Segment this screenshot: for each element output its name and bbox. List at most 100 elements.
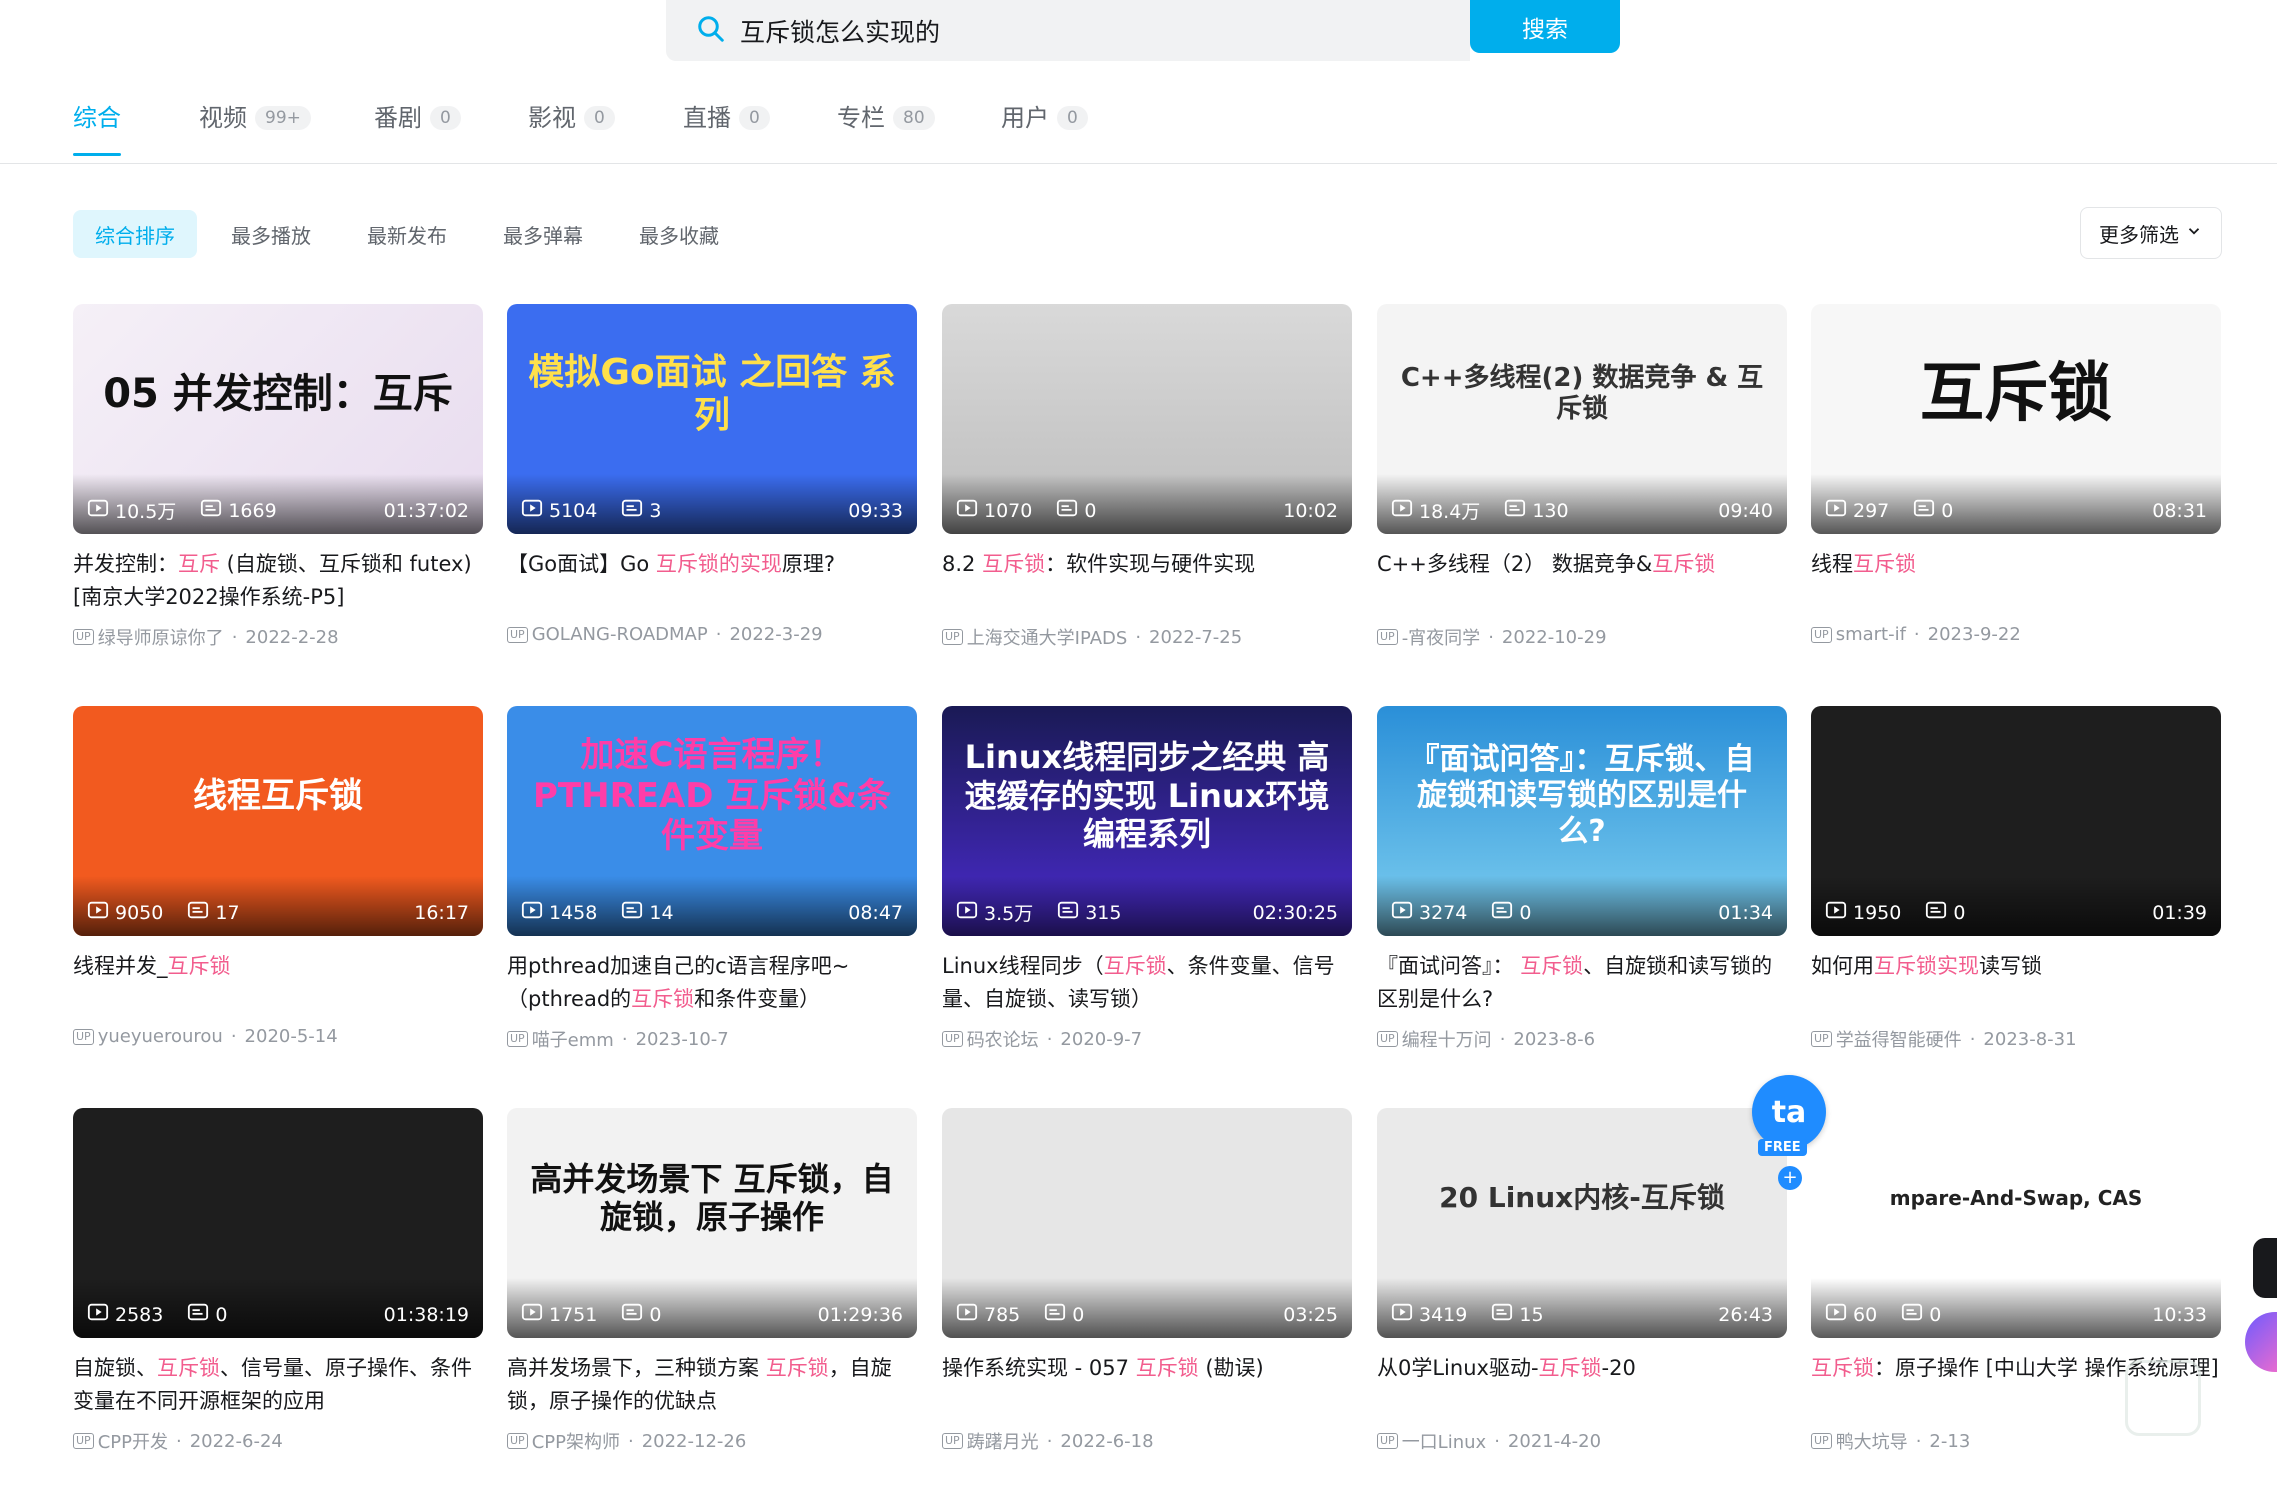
video-date: 2022-7-25 bbox=[1149, 626, 1243, 648]
filter-most-played[interactable]: 最多播放 bbox=[209, 210, 333, 258]
video-duration: 10:02 bbox=[1283, 499, 1338, 522]
video-card[interactable]: 互斥锁 297 0 08:31 线程互斥锁 UP smart-if · 2023… bbox=[1811, 304, 2221, 645]
video-card[interactable]: 『面试问答』：互斥锁、自旋锁和读写锁的区别是什么? 3274 0 01:34 『… bbox=[1377, 706, 1787, 1052]
video-author[interactable]: 学益得智能硬件 bbox=[1836, 1026, 1962, 1052]
video-title[interactable]: 线程并发_互斥锁 bbox=[73, 950, 483, 1016]
assistant-float-icon[interactable] bbox=[2245, 1312, 2277, 1372]
tab-film[interactable]: 影视 0 bbox=[528, 98, 615, 164]
video-thumbnail[interactable]: 20 Linux内核-互斥锁 3419 15 26:43 bbox=[1377, 1108, 1787, 1338]
filter-most-favorites[interactable]: 最多收藏 bbox=[617, 210, 741, 258]
video-title[interactable]: 并发控制：互斥 (自旋锁、互斥锁和 futex) [南京大学2022操作系统-P… bbox=[73, 548, 483, 614]
up-badge: UP bbox=[942, 1031, 963, 1047]
video-thumbnail[interactable]: 1950 0 01:39 bbox=[1811, 706, 2221, 936]
video-card[interactable]: 1950 0 01:39 如何用互斥锁实现读写锁 UP 学益得智能硬件 · 20… bbox=[1811, 706, 2221, 1052]
play-count: 1950 bbox=[1825, 899, 1901, 926]
video-thumbnail[interactable]: 2583 0 01:38:19 bbox=[73, 1108, 483, 1338]
video-author[interactable]: 上海交通大学IPADS bbox=[967, 624, 1128, 650]
video-card[interactable]: Linux线程同步之经典 高速缓存的实现 Linux环境编程系列 3.5万 31… bbox=[942, 706, 1352, 1052]
video-title[interactable]: 如何用互斥锁实现读写锁 bbox=[1811, 950, 2221, 1016]
play-icon bbox=[521, 1301, 549, 1328]
video-author[interactable]: GOLANG-ROADMAP bbox=[532, 624, 708, 645]
danmaku-count: 0 bbox=[621, 1301, 661, 1328]
video-title[interactable]: 操作系统实现 - 057 互斥锁 (勘误) bbox=[942, 1352, 1352, 1418]
video-thumbnail[interactable]: 模拟Go面试 之回答 系列 5104 3 09:33 bbox=[507, 304, 917, 534]
video-card[interactable]: 20 Linux内核-互斥锁 3419 15 26:43 从0学Linux驱动-… bbox=[1377, 1108, 1787, 1454]
video-author[interactable]: yueyuerourou bbox=[98, 1026, 223, 1047]
search-type-tabs: 综合 视频 99+ 番剧 0 影视 0 直播 0 专栏 80 用户 0 bbox=[0, 98, 2277, 164]
video-title[interactable]: 【Go面试】Go 互斥锁的实现原理? bbox=[507, 548, 917, 614]
video-card[interactable]: 高并发场景下 互斥锁，自旋锁，原子操作 1751 0 01:29:36 高并发场… bbox=[507, 1108, 917, 1454]
video-author[interactable]: CPP架构师 bbox=[532, 1428, 620, 1454]
danmaku-icon bbox=[1044, 1301, 1072, 1328]
danmaku-count: 0 bbox=[187, 1301, 227, 1328]
video-thumbnail[interactable]: Linux线程同步之经典 高速缓存的实现 Linux环境编程系列 3.5万 31… bbox=[942, 706, 1352, 936]
search-box[interactable] bbox=[666, 0, 1470, 61]
video-title[interactable]: Linux线程同步（互斥锁、条件变量、信号量、自旋锁、读写锁） bbox=[942, 950, 1352, 1016]
video-thumbnail[interactable]: 加速C语言程序！ PTHREAD 互斥锁&条件变量 1458 14 08:47 bbox=[507, 706, 917, 936]
more-filter-button[interactable]: 更多筛选 bbox=[2080, 207, 2222, 259]
video-title[interactable]: 用pthread加速自己的c语言程序吧~（pthread的互斥锁和条件变量） bbox=[507, 950, 917, 1016]
tab-bangumi[interactable]: 番剧 0 bbox=[374, 98, 461, 164]
filter-most-danmaku[interactable]: 最多弹幕 bbox=[481, 210, 605, 258]
filter-default[interactable]: 综合排序 bbox=[73, 210, 197, 258]
video-thumbnail[interactable]: 互斥锁 297 0 08:31 bbox=[1811, 304, 2221, 534]
video-title[interactable]: 高并发场景下，三种锁方案 互斥锁，自旋锁，原子操作的优缺点 bbox=[507, 1352, 917, 1418]
video-author[interactable]: 踌躇月光 bbox=[967, 1428, 1039, 1454]
tab-all[interactable]: 综合 bbox=[73, 98, 121, 164]
video-card[interactable]: C++多线程(2) 数据竞争 & 互斥锁 18.4万 130 09:40 C++… bbox=[1377, 304, 1787, 650]
video-card[interactable]: 模拟Go面试 之回答 系列 5104 3 09:33 【Go面试】Go 互斥锁的… bbox=[507, 304, 917, 645]
video-title[interactable]: 8.2 互斥锁：软件实现与硬件实现 bbox=[942, 548, 1352, 614]
video-card[interactable]: 05 并发控制：互斥 10.5万 1669 01:37:02 并发控制：互斥 (… bbox=[73, 304, 483, 650]
video-thumbnail[interactable]: C++多线程(2) 数据竞争 & 互斥锁 18.4万 130 09:40 bbox=[1377, 304, 1787, 534]
tab-video[interactable]: 视频 99+ bbox=[199, 98, 311, 164]
danmaku-icon bbox=[1491, 899, 1519, 926]
video-author[interactable]: 码农论坛 bbox=[967, 1026, 1039, 1052]
video-card[interactable]: 加速C语言程序！ PTHREAD 互斥锁&条件变量 1458 14 08:47 … bbox=[507, 706, 917, 1052]
tab-article[interactable]: 专栏 80 bbox=[837, 98, 935, 164]
translate-extension-icon[interactable]: ta bbox=[1752, 1075, 1826, 1149]
danmaku-icon bbox=[621, 1301, 649, 1328]
plus-icon[interactable]: + bbox=[1778, 1166, 1802, 1190]
video-card[interactable]: 1070 0 10:02 8.2 互斥锁：软件实现与硬件实现 UP 上海交通大学… bbox=[942, 304, 1352, 650]
danmaku-count-value: 0 bbox=[1072, 1303, 1085, 1326]
danmaku-icon bbox=[1901, 1301, 1929, 1328]
video-title[interactable]: 『面试问答』： 互斥锁、自旋锁和读写锁的区别是什么? bbox=[1377, 950, 1787, 1016]
video-title[interactable]: 从0学Linux驱动-互斥锁-20 bbox=[1377, 1352, 1787, 1418]
video-meta: UP yueyuerourou · 2020-5-14 bbox=[73, 1026, 483, 1047]
play-count-value: 1458 bbox=[549, 901, 598, 924]
video-thumbnail[interactable]: mpare-And-Swap, CAS 60 0 10:33 bbox=[1811, 1108, 2221, 1338]
video-author[interactable]: 喵子emm bbox=[532, 1026, 614, 1052]
video-title[interactable]: 线程互斥锁 bbox=[1811, 548, 2221, 614]
video-card[interactable]: 2583 0 01:38:19 自旋锁、互斥锁、信号量、原子操作、条件变量在不同… bbox=[73, 1108, 483, 1454]
tab-label: 专栏 bbox=[837, 104, 885, 132]
search-button[interactable]: 搜索 bbox=[1470, 0, 1620, 53]
video-thumbnail[interactable]: 1070 0 10:02 bbox=[942, 304, 1352, 534]
video-card[interactable]: 785 0 03:25 操作系统实现 - 057 互斥锁 (勘误) UP 踌躇月… bbox=[942, 1108, 1352, 1454]
video-thumbnail[interactable]: 高并发场景下 互斥锁，自旋锁，原子操作 1751 0 01:29:36 bbox=[507, 1108, 917, 1338]
video-author[interactable]: 绿导师原谅你了 bbox=[98, 624, 224, 650]
video-duration: 16:17 bbox=[414, 901, 469, 924]
video-author[interactable]: smart-if bbox=[1836, 624, 1906, 645]
video-thumbnail[interactable]: 05 并发控制：互斥 10.5万 1669 01:37:02 bbox=[73, 304, 483, 534]
danmaku-count-value: 0 bbox=[1929, 1303, 1942, 1326]
side-panel-tab[interactable] bbox=[2253, 1238, 2277, 1298]
play-count: 9050 bbox=[87, 899, 163, 926]
filter-newest[interactable]: 最新发布 bbox=[345, 210, 469, 258]
video-author[interactable]: -宵夜同学 bbox=[1402, 624, 1481, 650]
video-author[interactable]: 一口Linux bbox=[1402, 1428, 1487, 1454]
video-thumbnail[interactable]: 785 0 03:25 bbox=[942, 1108, 1352, 1338]
search-input[interactable] bbox=[740, 16, 1440, 45]
play-icon bbox=[87, 497, 115, 524]
video-card[interactable]: 线程互斥锁 9050 17 16:17 线程并发_互斥锁 UP yueyuero… bbox=[73, 706, 483, 1047]
more-filter-label: 更多筛选 bbox=[2099, 222, 2179, 247]
tab-user[interactable]: 用户 0 bbox=[1001, 98, 1088, 164]
tab-live[interactable]: 直播 0 bbox=[683, 98, 770, 164]
video-author[interactable]: 鸭大坑导 bbox=[1836, 1428, 1908, 1454]
video-title[interactable]: 自旋锁、互斥锁、信号量、原子操作、条件变量在不同开源框架的应用 bbox=[73, 1352, 483, 1418]
play-count-value: 1751 bbox=[549, 1303, 598, 1326]
video-author[interactable]: CPP开发 bbox=[98, 1428, 168, 1454]
video-thumbnail[interactable]: 『面试问答』：互斥锁、自旋锁和读写锁的区别是什么? 3274 0 01:34 bbox=[1377, 706, 1787, 936]
video-author[interactable]: 编程十万问 bbox=[1402, 1026, 1492, 1052]
video-thumbnail[interactable]: 线程互斥锁 9050 17 16:17 bbox=[73, 706, 483, 936]
video-title[interactable]: C++多线程（2） 数据竞争&互斥锁 bbox=[1377, 548, 1787, 614]
